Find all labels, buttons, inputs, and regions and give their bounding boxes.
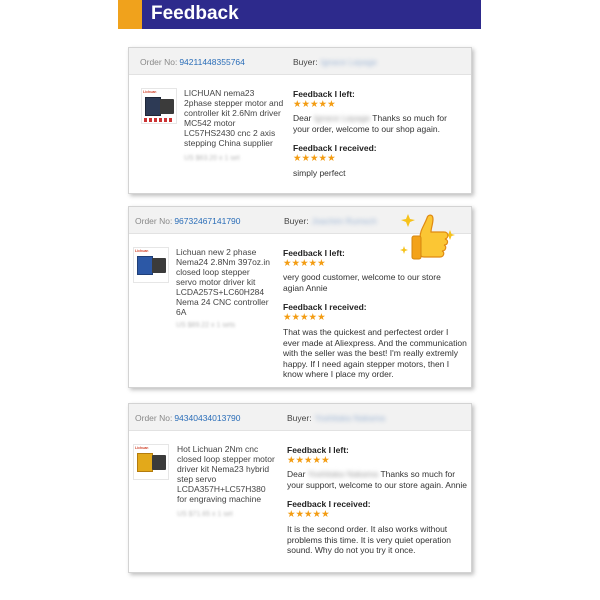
- motor-icon: [137, 453, 153, 472]
- feedback-left-text: very good customer, welcome to our store…: [283, 272, 441, 293]
- brand-logo-icon: Lichuan: [143, 90, 157, 94]
- feedback-card-1: Order No: 94211448355764 Buyer: Ignace Lep…: [128, 47, 472, 194]
- feedback-left-text: Dear Ignace Lepage Thanks so much for yo…: [293, 113, 447, 134]
- feedback-received-label: Feedback I received:: [287, 499, 371, 509]
- feedback-received-stars: ★★★★★: [287, 509, 330, 520]
- page-title: Feedback: [151, 3, 239, 24]
- product-price: US $71.65 x 1 set: [177, 511, 233, 518]
- product-price: US $63.20 x 1 set: [184, 155, 240, 162]
- feedback-left-text: Dear Yoshitaka Nakama Thanks so much for…: [287, 469, 468, 490]
- feedback-received-text: simply perfect: [293, 168, 346, 178]
- feedback-received-text: That was the quickest and perfectest ord…: [283, 327, 467, 379]
- card-header: Order No: 94340434013790 Buyer: Yoshitaka …: [129, 404, 471, 431]
- buyer: Buyer: Joachim Rumsch: [284, 216, 377, 226]
- feedback-received-stars: ★★★★★: [283, 312, 326, 323]
- order-number: Order No: 94211448355764: [140, 57, 245, 67]
- motor-icon: [145, 97, 161, 116]
- driver-icon: [152, 455, 166, 470]
- brand-logo-icon: Lichuan: [135, 249, 149, 253]
- product-title[interactable]: LICHUAN nema23 2phase stepper motor and …: [184, 88, 284, 148]
- header-accent: [118, 0, 142, 29]
- product-thumbnail[interactable]: Lichuan: [133, 444, 169, 480]
- order-number: Order No: 96732467141790: [135, 216, 241, 226]
- driver-icon: [152, 258, 166, 273]
- product-title[interactable]: Hot Lichuan 2Nm cnc closed loop stepper …: [177, 444, 277, 504]
- feedback-received-text: It is the second order. It also works wi…: [287, 524, 451, 555]
- buyer-name[interactable]: Yoshitaka Nakama: [315, 413, 386, 423]
- motor-icon: [137, 256, 153, 275]
- feedback-received-stars: ★★★★★: [293, 153, 336, 164]
- driver-icon: [160, 99, 174, 114]
- feedback-left-stars: ★★★★★: [283, 258, 326, 269]
- buyer-name[interactable]: Joachim Rumsch: [312, 216, 377, 226]
- feedback-left-label: Feedback I left:: [283, 248, 345, 258]
- buyer: Buyer: Ignace Lepage: [293, 57, 377, 67]
- feedback-card-3: Order No: 94340434013790 Buyer: Yoshitaka …: [128, 403, 472, 573]
- feedback-received-label: Feedback I received:: [293, 143, 377, 153]
- feedback-left-stars: ★★★★★: [293, 99, 336, 110]
- buyer: Buyer: Yoshitaka Nakama: [287, 413, 386, 423]
- feedback-left-stars: ★★★★★: [287, 455, 330, 466]
- spec-strip-icon: [144, 118, 174, 122]
- product-price: US $89.22 x 1 sets: [176, 322, 236, 329]
- card-header: Order No: 94211448355764 Buyer: Ignace Lep…: [129, 48, 471, 75]
- feedback-left-label: Feedback I left:: [293, 89, 355, 99]
- order-number-link[interactable]: 94340434013790: [174, 413, 240, 423]
- product-thumbnail[interactable]: Lichuan: [141, 88, 177, 124]
- thumbs-up-emoji-icon: [400, 214, 455, 260]
- buyer-name[interactable]: Ignace Lepage: [321, 57, 377, 67]
- order-number-link[interactable]: 96732467141790: [174, 216, 240, 226]
- product-thumbnail[interactable]: Lichuan: [133, 247, 169, 283]
- brand-logo-icon: Lichuan: [135, 446, 149, 450]
- order-number-link[interactable]: 94211448355764: [179, 57, 245, 67]
- order-number: Order No: 94340434013790: [135, 413, 241, 423]
- product-title[interactable]: Lichuan new 2 phase Nema24 2.8Nm 397oz.i…: [176, 247, 272, 317]
- feedback-received-label: Feedback I received:: [283, 302, 367, 312]
- feedback-left-label: Feedback I left:: [287, 445, 349, 455]
